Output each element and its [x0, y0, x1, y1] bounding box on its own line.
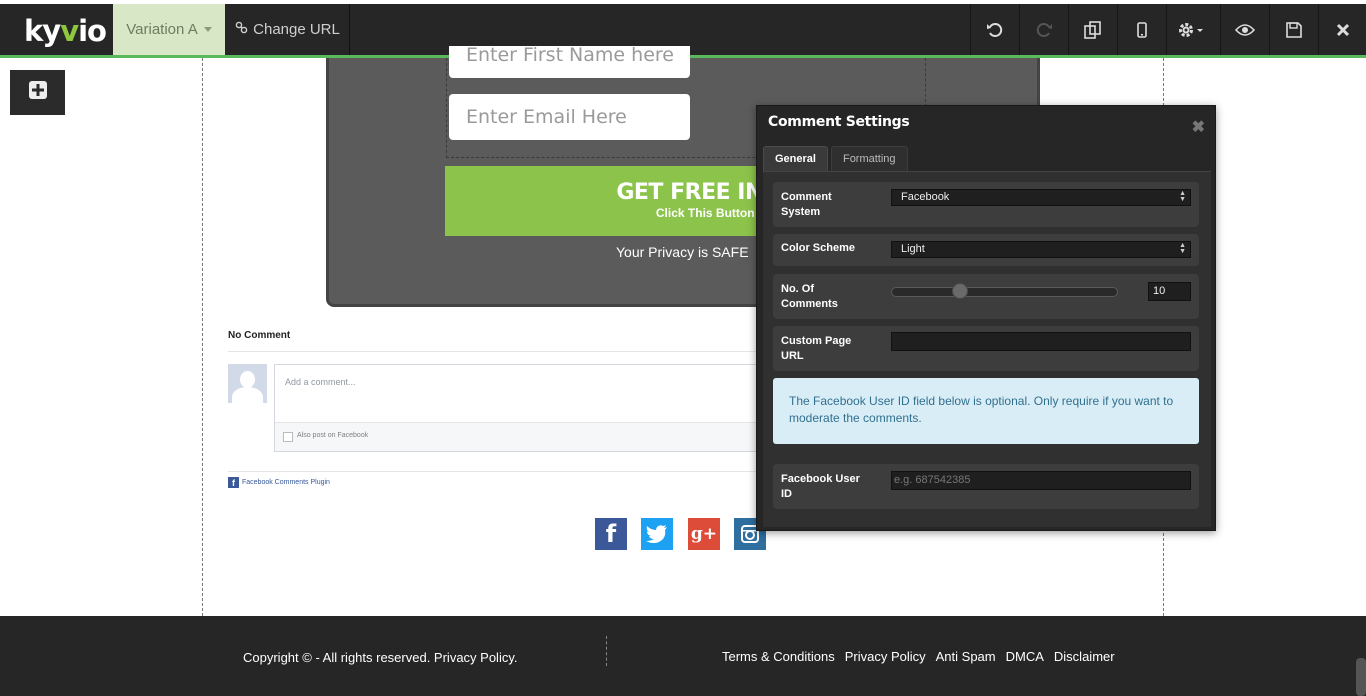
google-plus-icon[interactable]: g+ [688, 518, 720, 550]
comment-system-select[interactable]: Facebook ▲ ▼ [891, 189, 1191, 206]
change-url-label: Change URL [253, 21, 340, 38]
slider-handle[interactable] [952, 283, 968, 299]
settings-dropdown[interactable] [1166, 4, 1215, 55]
save-button[interactable] [1269, 4, 1318, 55]
color-scheme-label: Color Scheme [781, 242, 855, 254]
scrollbar-thumb[interactable] [1356, 658, 1366, 696]
save-icon [1285, 21, 1303, 39]
num-comments-row: No. Of Comments 10 [773, 274, 1199, 319]
custom-url-input[interactable] [891, 332, 1191, 351]
email-input[interactable]: Enter Email Here [449, 94, 690, 140]
footer-link-disclaimer[interactable]: Disclaimer [1054, 649, 1115, 664]
first-name-input[interactable]: Enter First Name here [449, 46, 690, 78]
panel-tabs: General Formatting [763, 146, 908, 171]
mobile-icon [1136, 21, 1148, 38]
user-id-label: Facebook User ID [781, 473, 860, 500]
close-editor-button[interactable] [1318, 4, 1366, 55]
footer-link-anti-spam[interactable]: Anti Spam [936, 649, 996, 664]
privacy-text: Your Privacy is SAFE [616, 244, 749, 260]
footer-link-dmca[interactable]: DMCA [1006, 649, 1044, 664]
undo-button[interactable] [970, 4, 1019, 55]
comment-settings-panel: Comment Settings ✖ General Formatting Co… [756, 105, 1216, 531]
left-section-guide [202, 58, 203, 696]
copy-icon [1083, 20, 1103, 40]
user-id-row: Facebook User ID e.g. 687542385 [773, 464, 1199, 509]
comment-footer: Also post on Facebook [275, 422, 773, 451]
undo-icon [986, 21, 1004, 39]
select-arrows-icon: ▲ ▼ [1179, 190, 1186, 203]
panel-title: Comment Settings [768, 114, 910, 130]
variation-dropdown[interactable]: Variation A [113, 4, 225, 55]
eye-icon [1235, 23, 1255, 37]
custom-url-row: Custom Page URL [773, 326, 1199, 371]
redo-icon [1035, 21, 1053, 39]
chevron-down-icon [203, 27, 212, 32]
avatar [228, 364, 267, 403]
preview-button[interactable] [1220, 4, 1269, 55]
comment-system-row: Comment System Facebook ▲ ▼ [773, 182, 1199, 227]
footer-link-terms[interactable]: Terms & Conditions [722, 649, 835, 664]
comment-placeholder: Add a comment... [285, 377, 356, 387]
panel-body: Comment System Facebook ▲ ▼ Color Scheme … [763, 171, 1211, 527]
plus-icon [28, 80, 48, 105]
divider [228, 471, 788, 472]
twitter-icon[interactable] [641, 518, 673, 550]
page-footer: Copyright © - All rights reserved. Priva… [0, 616, 1366, 696]
copyright-text: Copyright © - All rights reserved. Priva… [243, 650, 518, 665]
facebook-plugin-link[interactable]: f Facebook Comments Plugin [228, 477, 330, 488]
comment-system-label: Comment System [781, 191, 832, 218]
link-icon [235, 21, 248, 38]
custom-url-label: Custom Page URL [781, 335, 852, 362]
divider [228, 351, 788, 352]
kyvio-logo: kyvio [24, 14, 107, 48]
select-arrows-icon: ▲ ▼ [1179, 242, 1186, 255]
close-icon [1336, 23, 1350, 37]
num-comments-slider[interactable] [891, 287, 1118, 297]
also-post-checkbox[interactable] [283, 432, 293, 442]
facebook-icon[interactable]: f [595, 518, 627, 550]
panel-close-icon[interactable]: ✖ [1192, 117, 1205, 137]
comments-title: No Comment [228, 330, 291, 341]
tab-general[interactable]: General [763, 146, 828, 171]
color-scheme-row: Color Scheme Light ▲ ▼ [773, 234, 1199, 266]
comment-input[interactable]: Add a comment... Also post on Facebook [274, 364, 774, 452]
footer-divider [606, 636, 607, 666]
add-element-button[interactable] [10, 70, 65, 115]
redo-button[interactable] [1019, 4, 1068, 55]
footer-links: Terms & Conditions Privacy Policy Anti S… [722, 649, 1115, 664]
user-id-input[interactable]: e.g. 687542385 [891, 471, 1191, 490]
facebook-small-icon: f [228, 477, 239, 488]
copy-button[interactable] [1068, 4, 1117, 55]
mobile-view-button[interactable] [1117, 4, 1166, 55]
facebook-comments-widget: No Comment Add a comment... Also post on… [228, 330, 788, 488]
variation-label: Variation A [126, 21, 198, 38]
num-comments-input[interactable]: 10 [1148, 282, 1191, 301]
tab-formatting[interactable]: Formatting [830, 146, 908, 171]
footer-link-privacy[interactable]: Privacy Policy [845, 649, 926, 664]
gear-icon [1177, 21, 1205, 39]
also-post-label: Also post on Facebook [297, 432, 369, 439]
change-url-button[interactable]: Change URL [226, 4, 350, 55]
info-alert: The Facebook User ID field below is opti… [773, 378, 1199, 444]
color-scheme-select[interactable]: Light ▲ ▼ [891, 241, 1191, 258]
num-comments-label: No. Of Comments [781, 283, 838, 310]
